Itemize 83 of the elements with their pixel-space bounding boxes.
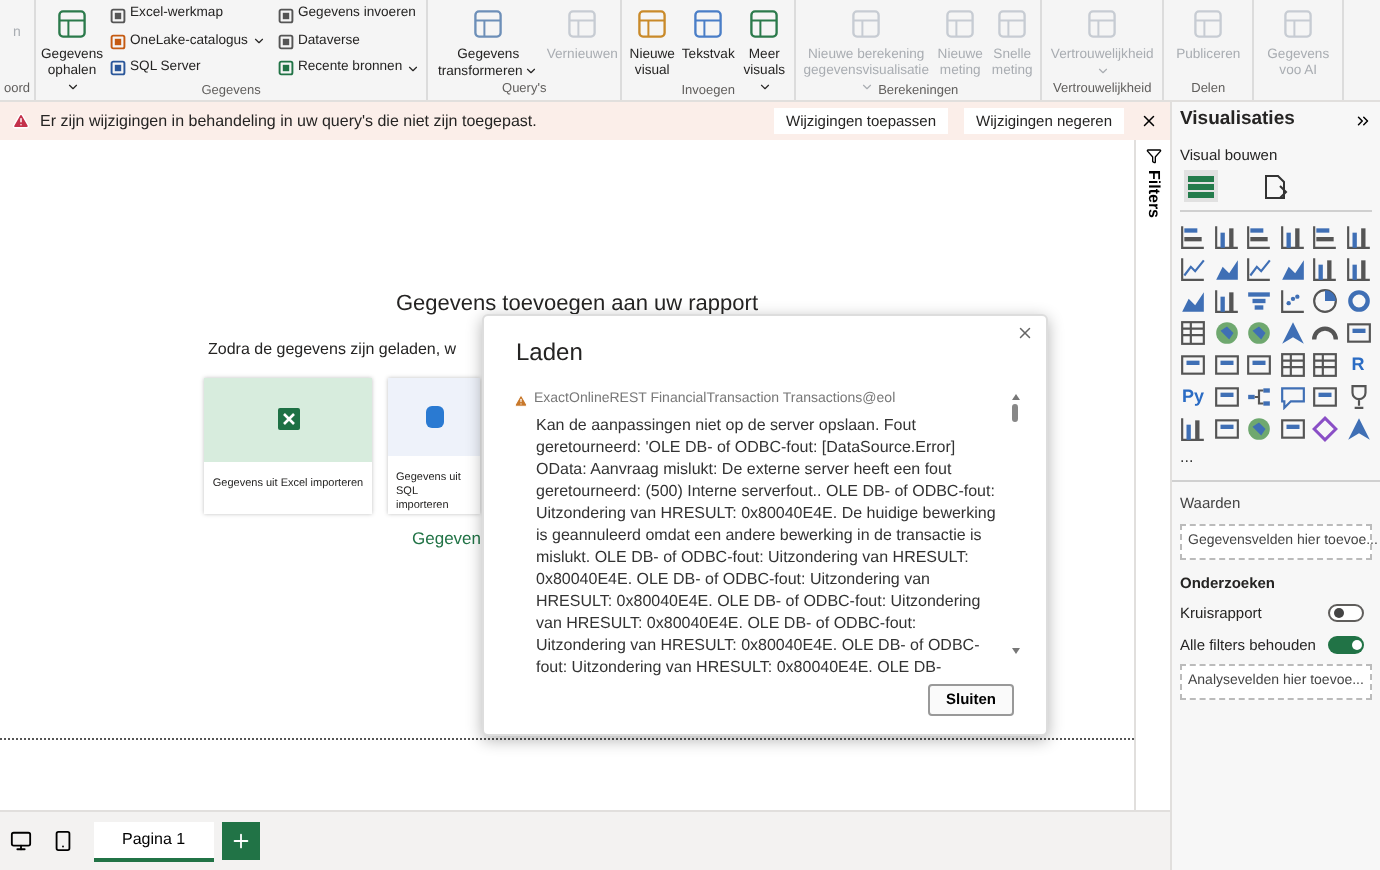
visual-type-icon[interactable]	[1246, 288, 1272, 315]
tool-icon	[942, 6, 979, 42]
warning-icon	[514, 393, 528, 408]
caret-icon	[860, 80, 875, 94]
plus-icon	[229, 830, 252, 852]
visual-type-icon[interactable]	[1279, 320, 1305, 347]
visual-type-icon[interactable]	[1180, 256, 1206, 283]
spreadsheet-icon	[277, 408, 299, 430]
visual-type-icon[interactable]	[1246, 352, 1272, 379]
caret-icon	[66, 80, 81, 94]
add-page-button[interactable]	[221, 822, 260, 860]
visual-type-icon[interactable]	[1180, 352, 1206, 379]
visual-type-icon[interactable]	[1345, 288, 1371, 315]
warning-icon	[12, 112, 30, 130]
caret-icon	[406, 61, 421, 76]
caret-icon	[758, 80, 773, 94]
tool-icon	[1084, 6, 1121, 42]
tool-icon	[1190, 6, 1227, 42]
visual-type-icon[interactable]	[1312, 384, 1338, 411]
tool-icon	[690, 6, 727, 42]
database-icon	[425, 405, 443, 427]
tool-icon	[54, 6, 91, 42]
tool-icon	[994, 6, 1031, 42]
dialog-title: Laden	[516, 336, 583, 370]
visual-type-icon[interactable]	[1279, 224, 1305, 251]
error-message: Kan de aanpassingen niet op de server opslaan. Fout geretourneerd: 'OLE DB- of ODBC-fout: [DataSource.Error] OData: Aanvraag mislukt: De externe server heeft een fout geretourneerd: (500) Interne serverfout.. OLE DB- of ODBC-fout: Uitzondering van HRESULT: 0x80040E4E. De huidige bewerking is geannuleerd omdat een andere bewerking in de transactie is mislukt. OLE DB- of ODBC-fout: Uitzondering van HRESULT: 0x80040E4E. OLE DB- of ODBC-fout: Uitzondering van HRESULT: 0x80040E4E. OLE DB- of ODBC-fout: Uitzondering van HRESULT: 0x80040E4E. OLE DB- of ODBC-fout: Uitzondering van HRESULT: 0x80040E4E. OLE DB- of ODBC-fout: Uitzondering van HRESULT: 0x80040E4E. OLE DB-	[534, 413, 998, 677]
caret-icon	[524, 64, 539, 78]
collapse-icon[interactable]	[1354, 112, 1372, 130]
visual-type-icon[interactable]	[1213, 288, 1239, 315]
visual-type-icon[interactable]	[1246, 224, 1272, 251]
tool-icon	[746, 6, 783, 42]
visual-type-icon[interactable]	[1180, 416, 1206, 443]
visual-type-icon[interactable]	[1213, 256, 1239, 283]
visual-type-icon[interactable]	[1180, 224, 1206, 251]
caret-icon	[1096, 64, 1111, 78]
canvas-subtitle: Zodra de gegevens zijn geladen, w	[208, 337, 457, 361]
visual-type-icon[interactable]	[1180, 320, 1206, 347]
close-icon[interactable]	[1140, 112, 1158, 130]
visual-type-icon[interactable]	[1279, 288, 1305, 315]
visual-type-icon[interactable]	[1180, 288, 1206, 315]
visual-type-icon[interactable]	[1279, 352, 1305, 379]
filter-icon	[1145, 148, 1161, 164]
filters-label: Filters	[1143, 170, 1165, 219]
visual-type-icon[interactable]	[1279, 256, 1305, 283]
visual-type-icon[interactable]	[1312, 352, 1338, 379]
visual-type-icon[interactable]	[1312, 224, 1338, 251]
visual-type-icon[interactable]	[1345, 224, 1371, 251]
visual-type-icon[interactable]	[1213, 352, 1239, 379]
tool-icon	[848, 6, 885, 42]
visual-type-icon[interactable]	[1246, 384, 1272, 411]
visual-type-icon[interactable]	[1345, 320, 1371, 347]
visual-type-icon[interactable]	[1213, 384, 1239, 411]
visual-type-icon[interactable]: Py	[1180, 384, 1206, 411]
toggle-switch[interactable]	[1328, 635, 1364, 654]
visual-type-icon[interactable]	[1345, 384, 1371, 411]
warning-message: Er zijn wijzigingen in behandeling in uw query's die niet zijn toegepast.	[40, 109, 539, 133]
visual-type-icon[interactable]	[1246, 416, 1272, 443]
canvas-title: Gegevens toevoegen aan uw rapport	[393, 290, 761, 320]
visual-type-icon[interactable]	[1312, 256, 1338, 283]
tool-icon	[1280, 6, 1317, 42]
visual-type-icon[interactable]	[1312, 288, 1338, 315]
visual-type-icon[interactable]	[1246, 320, 1272, 347]
caret-icon	[251, 34, 266, 49]
toggle-switch[interactable]	[1328, 604, 1364, 623]
visual-type-icon[interactable]	[1279, 416, 1305, 443]
build-visual-tab[interactable]	[1184, 170, 1218, 203]
visual-type-icon[interactable]	[1279, 384, 1305, 411]
visual-type-icon[interactable]	[1213, 224, 1239, 251]
page-tab[interactable]: Pagina 1	[94, 821, 214, 861]
visual-type-icon[interactable]	[1345, 416, 1371, 443]
visual-type-icon[interactable]	[1246, 256, 1272, 283]
more-visuals[interactable]: ...	[1180, 446, 1372, 471]
tool-icon	[470, 6, 507, 42]
visual-type-icon[interactable]	[1213, 416, 1239, 443]
visual-type-icon[interactable]: R	[1345, 352, 1371, 379]
pane-title: Visualisaties	[1180, 106, 1295, 135]
tool-icon	[564, 6, 601, 42]
visual-type-icon[interactable]	[1312, 416, 1338, 443]
tool-icon	[634, 6, 671, 42]
mobile-view-icon[interactable]	[52, 830, 74, 852]
visual-type-icon[interactable]	[1345, 256, 1371, 283]
report-view-icon[interactable]	[10, 830, 32, 852]
visual-type-icon[interactable]	[1213, 320, 1239, 347]
